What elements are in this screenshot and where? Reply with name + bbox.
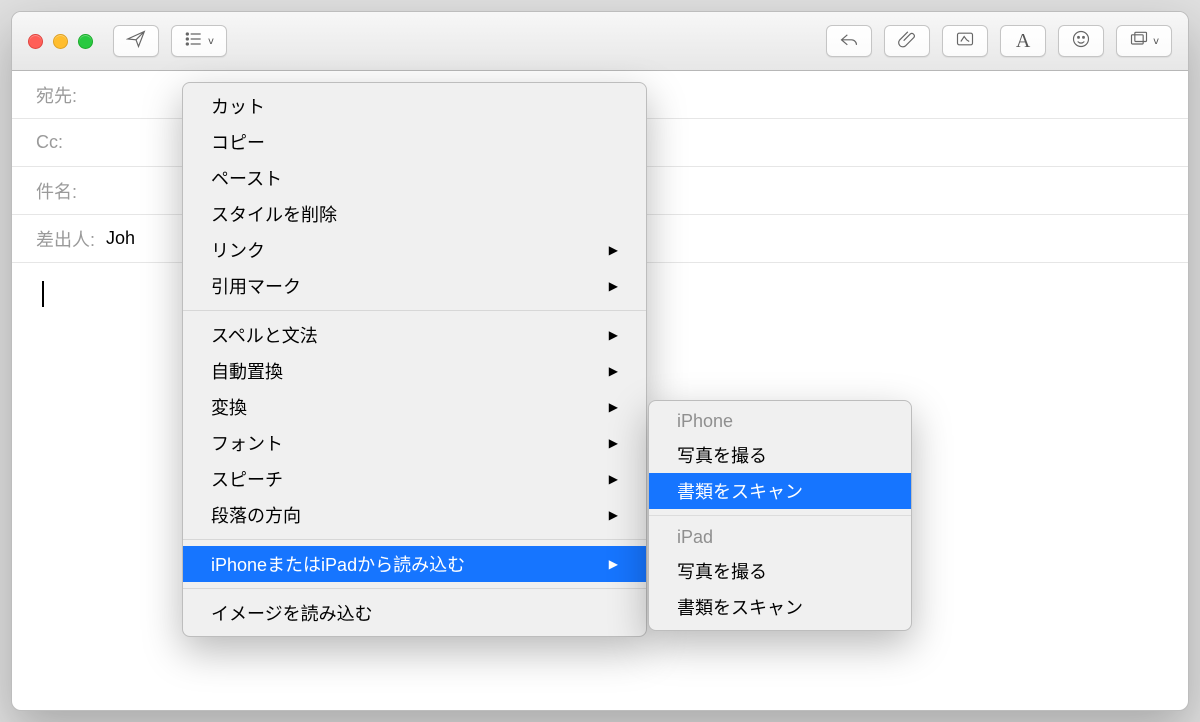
submenu-ipad-header: iPad: [649, 522, 911, 553]
menu-cut[interactable]: カット: [183, 88, 646, 124]
menu-paste[interactable]: ペースト: [183, 160, 646, 196]
from-label: 差出人:: [36, 226, 98, 252]
submenu-arrow-icon: ▶: [609, 243, 618, 257]
submenu-arrow-icon: ▶: [609, 400, 618, 414]
menu-separator: [649, 515, 911, 516]
menu-quote-mark[interactable]: 引用マーク▶: [183, 268, 646, 304]
menu-separator: [183, 310, 646, 311]
window-toolbar: ⅴ A ⅴ: [12, 12, 1188, 71]
photo-browser-button[interactable]: ⅴ: [1116, 25, 1172, 57]
menu-copy[interactable]: コピー: [183, 124, 646, 160]
submenu-ipad-take-photo[interactable]: 写真を撮る: [649, 553, 911, 589]
format-button[interactable]: A: [1000, 25, 1046, 57]
submenu-arrow-icon: ▶: [609, 472, 618, 486]
from-value: Joh: [106, 228, 135, 249]
cc-label: Cc:: [36, 132, 98, 153]
context-menu: カット コピー ペースト スタイルを削除 リンク▶ 引用マーク▶ スペルと文法▶…: [182, 82, 647, 637]
smiley-icon: [1071, 29, 1091, 54]
attach-button[interactable]: [884, 25, 930, 57]
text-cursor: [42, 281, 44, 307]
list-icon: [184, 29, 204, 54]
submenu-ipad-scan-documents[interactable]: 書類をスキャン: [649, 589, 911, 625]
reply-button[interactable]: [826, 25, 872, 57]
font-a-icon: A: [1016, 30, 1030, 53]
subject-label: 件名:: [36, 178, 98, 204]
chevron-down-icon: ⅴ: [208, 36, 214, 47]
menu-transformations[interactable]: 変換▶: [183, 389, 646, 425]
menu-link[interactable]: リンク▶: [183, 232, 646, 268]
reply-icon: [839, 29, 859, 54]
minimize-window-button[interactable]: [53, 34, 68, 49]
submenu-iphone-header: iPhone: [649, 406, 911, 437]
menu-import-from-device[interactable]: iPhoneまたはiPadから読み込む▶: [183, 546, 646, 582]
menu-import-image[interactable]: イメージを読み込む: [183, 595, 646, 631]
menu-separator: [183, 588, 646, 589]
menu-substitutions[interactable]: 自動置換▶: [183, 353, 646, 389]
paperclip-icon: [897, 29, 917, 54]
to-label: 宛先:: [36, 82, 98, 108]
submenu-iphone-scan-documents[interactable]: 書類をスキャン: [649, 473, 911, 509]
submenu-arrow-icon: ▶: [609, 279, 618, 293]
photos-icon: [1129, 29, 1149, 54]
menu-separator: [183, 539, 646, 540]
menu-remove-style[interactable]: スタイルを削除: [183, 196, 646, 232]
submenu-arrow-icon: ▶: [609, 557, 618, 571]
chevron-down-icon: ⅴ: [1153, 36, 1159, 47]
paper-plane-icon: [126, 29, 146, 54]
submenu-arrow-icon: ▶: [609, 364, 618, 378]
menu-speech[interactable]: スピーチ▶: [183, 461, 646, 497]
submenu-arrow-icon: ▶: [609, 508, 618, 522]
menu-spelling-grammar[interactable]: スペルと文法▶: [183, 317, 646, 353]
send-button[interactable]: [113, 25, 159, 57]
close-window-button[interactable]: [28, 34, 43, 49]
import-device-submenu: iPhone 写真を撮る 書類をスキャン iPad 写真を撮る 書類をスキャン: [648, 400, 912, 631]
emoji-button[interactable]: [1058, 25, 1104, 57]
zoom-window-button[interactable]: [78, 34, 93, 49]
submenu-iphone-take-photo[interactable]: 写真を撮る: [649, 437, 911, 473]
menu-paragraph-direction[interactable]: 段落の方向▶: [183, 497, 646, 533]
submenu-arrow-icon: ▶: [609, 436, 618, 450]
submenu-arrow-icon: ▶: [609, 328, 618, 342]
markup-icon: [955, 29, 975, 54]
menu-font[interactable]: フォント▶: [183, 425, 646, 461]
header-fields-menu-button[interactable]: ⅴ: [171, 25, 227, 57]
window-controls: [28, 34, 93, 49]
markup-button[interactable]: [942, 25, 988, 57]
compose-window: ⅴ A ⅴ: [11, 11, 1189, 711]
